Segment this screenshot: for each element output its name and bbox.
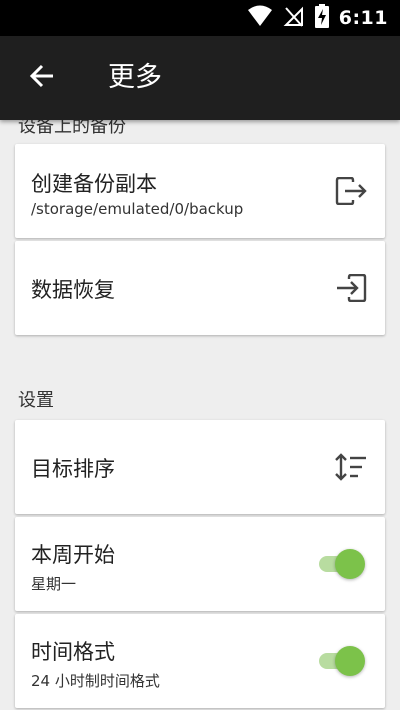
week-start-item[interactable]: 本周开始 星期一 — [15, 517, 385, 611]
toggle-thumb — [335, 646, 365, 676]
time-format-toggle[interactable] — [319, 643, 365, 679]
data-restore-title: 数据恢复 — [31, 278, 115, 302]
signal-off-icon — [283, 5, 305, 31]
status-bar: 6:11 — [0, 0, 400, 36]
import-icon — [333, 270, 369, 306]
time-format-item[interactable]: 时间格式 24 小时制时间格式 — [15, 614, 385, 708]
settings-list[interactable]: 设备上的备份 创建备份副本 /storage/emulated/0/backup… — [0, 120, 400, 710]
export-icon — [333, 173, 369, 209]
wifi-icon — [247, 5, 273, 31]
target-sort-item[interactable]: 目标排序 — [15, 420, 385, 514]
section-header-backup: 设备上的备份 — [18, 120, 126, 137]
back-button[interactable] — [20, 56, 64, 100]
app-bar: 更多 — [0, 36, 400, 120]
target-sort-title: 目标排序 — [31, 457, 115, 481]
data-restore-item[interactable]: 数据恢复 — [15, 241, 385, 335]
time-format-value: 24 小时制时间格式 — [31, 672, 160, 690]
arrow-left-icon — [29, 63, 55, 93]
battery-charging-icon — [314, 4, 329, 32]
week-start-value: 星期一 — [31, 575, 77, 593]
toggle-thumb — [335, 549, 365, 579]
section-header-settings: 设置 — [18, 390, 54, 411]
sort-icon — [333, 449, 369, 485]
week-start-title: 本周开始 — [31, 543, 115, 567]
backup-path: /storage/emulated/0/backup — [31, 200, 244, 218]
create-backup-title: 创建备份副本 — [31, 172, 157, 196]
status-time: 6:11 — [338, 7, 388, 29]
time-format-title: 时间格式 — [31, 640, 115, 664]
status-icons: 6:11 — [247, 0, 388, 36]
create-backup-item[interactable]: 创建备份副本 /storage/emulated/0/backup — [15, 144, 385, 238]
page-title: 更多 — [108, 62, 162, 93]
week-start-toggle[interactable] — [319, 546, 365, 582]
